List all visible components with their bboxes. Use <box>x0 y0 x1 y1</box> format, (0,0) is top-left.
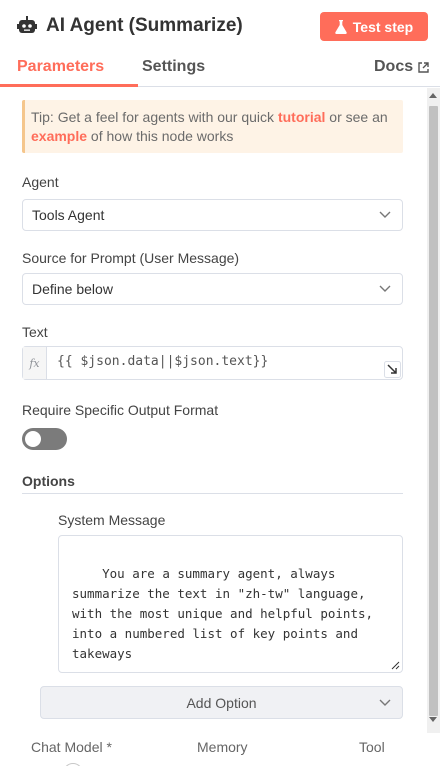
options-heading: Options <box>22 473 75 489</box>
tip-text: of how this node works <box>87 128 234 144</box>
output-format-label: Require Specific Output Format <box>22 402 219 418</box>
memory-connection-label: Memory <box>197 739 248 755</box>
text-label: Text <box>22 324 48 340</box>
active-tab-indicator <box>0 84 138 87</box>
tab-bar: Parameters Settings Docs <box>0 52 440 87</box>
agent-select[interactable]: Tools Agent <box>22 199 403 231</box>
add-option-button[interactable]: Add Option <box>40 686 403 719</box>
scrollbar-thumb[interactable] <box>429 106 438 716</box>
resize-handle-icon[interactable] <box>391 661 400 670</box>
prompt-source-value: Define below <box>32 281 113 297</box>
toggle-knob <box>25 431 41 447</box>
agent-select-value: Tools Agent <box>32 207 105 223</box>
scroll-down-arrow-icon[interactable] <box>429 717 437 722</box>
chat-model-connection-label: Chat Model * <box>31 739 112 755</box>
tab-settings[interactable]: Settings <box>142 57 205 77</box>
prompt-source-select[interactable]: Define below <box>22 273 403 305</box>
system-message-label: System Message <box>58 512 166 528</box>
tutorial-link[interactable]: tutorial <box>278 109 325 125</box>
chevron-down-icon <box>379 699 391 706</box>
expand-icon[interactable] <box>384 361 401 378</box>
tip-text: or see an <box>325 109 388 125</box>
chevron-down-icon <box>379 211 391 218</box>
tab-docs[interactable]: Docs <box>374 57 429 77</box>
output-format-toggle[interactable] <box>22 428 67 450</box>
scroll-up-arrow-icon[interactable] <box>429 93 437 98</box>
system-message-value: You are a summary agent, always summariz… <box>72 566 374 701</box>
example-link[interactable]: example <box>31 128 87 144</box>
options-divider <box>22 493 403 494</box>
tab-parameters[interactable]: Parameters <box>17 57 104 77</box>
chevron-down-icon <box>379 285 391 292</box>
test-step-label: Test step <box>352 18 414 35</box>
text-expression-value: {{ $json.data||$json.text}} <box>57 354 269 369</box>
node-header: AI Agent (Summarize) Test step <box>0 0 440 52</box>
parameters-panel: Tip: Get a feel for agents with our quic… <box>0 88 440 766</box>
flask-icon <box>335 19 347 34</box>
agent-label: Agent <box>22 174 59 190</box>
add-option-label: Add Option <box>186 694 257 711</box>
prompt-source-label: Source for Prompt (User Message) <box>22 250 240 266</box>
external-link-icon <box>418 61 429 73</box>
tool-connection-label: Tool <box>359 739 385 755</box>
tab-docs-label: Docs <box>374 58 414 75</box>
expression-fx-badge: fx <box>23 347 47 379</box>
text-expression-input[interactable]: fx {{ $json.data||$json.text}} <box>22 346 403 380</box>
system-message-textarea[interactable]: You are a summary agent, always summariz… <box>58 535 403 701</box>
robot-icon <box>17 16 37 33</box>
node-title: AI Agent (Summarize) <box>46 15 243 36</box>
tip-text: Tip: Get a feel for agents with our quic… <box>31 109 278 125</box>
tip-callout: Tip: Get a feel for agents with our quic… <box>22 100 403 153</box>
test-step-button[interactable]: Test step <box>320 12 428 41</box>
